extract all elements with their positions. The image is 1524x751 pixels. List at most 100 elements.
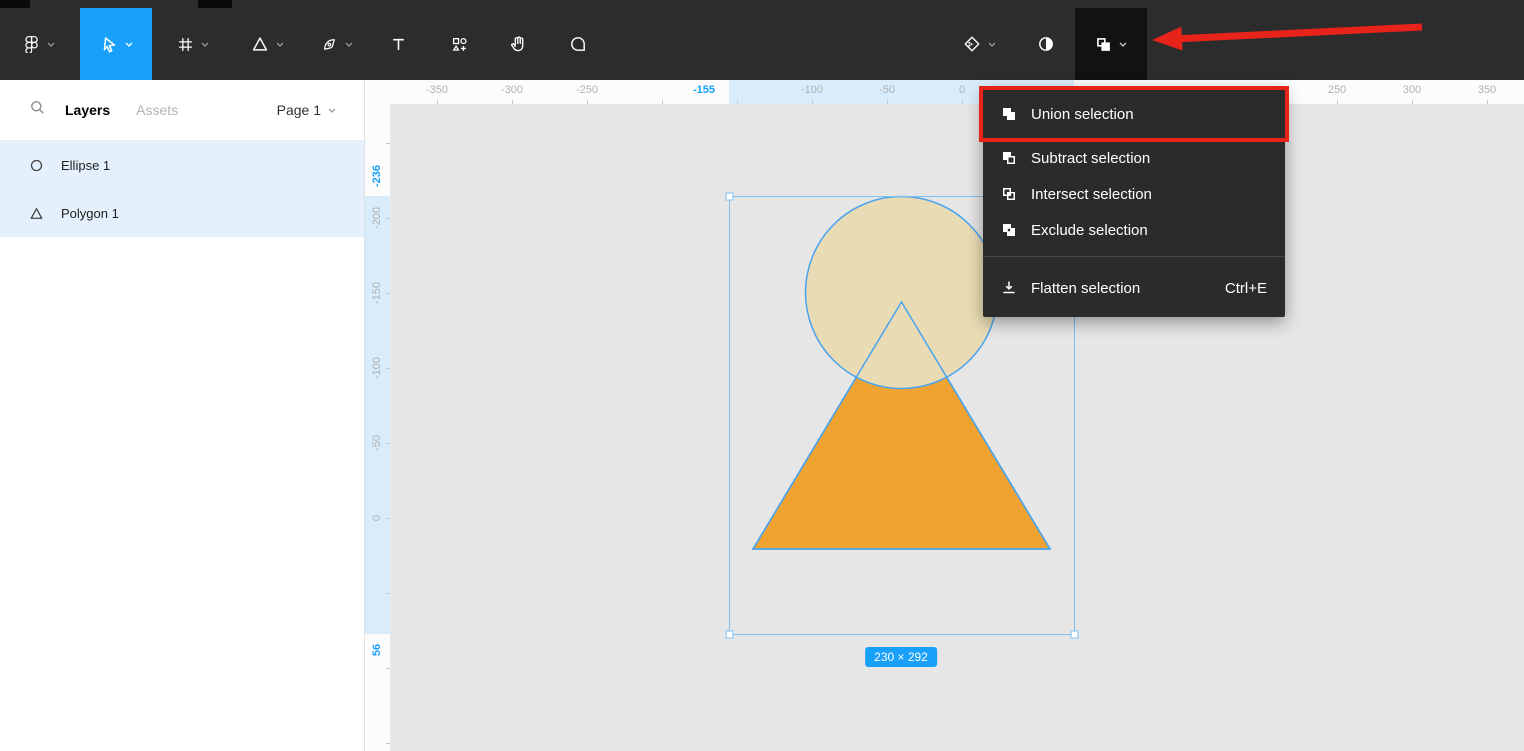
- chevron-down-icon[interactable]: [345, 42, 353, 47]
- menu-item-label: Exclude selection: [1031, 222, 1148, 239]
- ruler-tick: [962, 100, 963, 104]
- subtract-icon: [1001, 150, 1017, 166]
- ruler-tick: [887, 100, 888, 104]
- ruler-label: -200: [371, 207, 383, 229]
- ruler-label: 56: [371, 644, 383, 656]
- canvas[interactable]: 230 × 292: [390, 104, 1524, 751]
- menu-item-subtract-selection[interactable]: Subtract selection: [983, 140, 1285, 176]
- layer-name: Polygon 1: [61, 206, 119, 221]
- vertical-ruler-selection-band: [364, 196, 390, 634]
- ellipse-shape[interactable]: [806, 197, 998, 389]
- mask-tool-button[interactable]: [948, 8, 1010, 80]
- ellipse-icon: [30, 159, 43, 172]
- ruler-corner: [364, 80, 390, 104]
- ruler-tick: [812, 100, 813, 104]
- ruler-tick: [662, 100, 663, 104]
- ruler-label: -50: [371, 435, 383, 451]
- ruler-tick: [386, 143, 390, 144]
- ruler-tick: [737, 100, 738, 104]
- boolean-union-icon: [1095, 36, 1112, 53]
- comment-tool-button[interactable]: [558, 8, 598, 80]
- tab-layers[interactable]: Layers: [65, 102, 110, 118]
- pen-icon: [321, 36, 338, 53]
- figma-app: Layers Assets Page 1 Ellipse 1 Polygon 1…: [0, 0, 1524, 751]
- layer-row-ellipse-1[interactable]: Ellipse 1: [0, 141, 364, 189]
- ruler-tick: [587, 100, 588, 104]
- chevron-down-icon[interactable]: [276, 42, 284, 47]
- polygon-icon: [30, 207, 43, 220]
- boolean-groups-tool-button[interactable]: [1075, 8, 1147, 80]
- ruler-label: -100: [371, 357, 383, 379]
- window-strip: [198, 0, 232, 8]
- ruler-label: -150: [371, 282, 383, 304]
- hand-tool-button[interactable]: [498, 8, 538, 80]
- ruler-label: -350: [426, 84, 448, 96]
- annotation-arrow-icon: [1140, 10, 1524, 60]
- shape-tool-button[interactable]: [237, 8, 297, 80]
- move-tool-button[interactable]: [80, 8, 152, 80]
- canvas-artwork: [390, 104, 1524, 751]
- search-icon[interactable]: [30, 100, 45, 120]
- ruler-tick: [386, 218, 390, 219]
- ruler-tick: [386, 743, 390, 744]
- text-tool-button[interactable]: [378, 8, 418, 80]
- resources-tool-button[interactable]: [438, 8, 480, 80]
- menu-separator: [983, 256, 1285, 257]
- selection-handle-top-left[interactable]: [726, 193, 733, 200]
- tab-assets[interactable]: Assets: [136, 102, 178, 118]
- ruler-tick: [1412, 100, 1413, 104]
- chevron-down-icon[interactable]: [201, 42, 209, 47]
- window-strip: [0, 0, 30, 8]
- ruler-tick: [386, 368, 390, 369]
- pen-tool-button[interactable]: [307, 8, 367, 80]
- exclude-icon: [1001, 222, 1017, 238]
- ruler-label: -50: [879, 84, 895, 96]
- ruler-label: -236: [371, 165, 383, 187]
- main-menu-button[interactable]: [10, 8, 66, 80]
- resources-icon: [451, 36, 468, 53]
- hand-icon: [509, 35, 527, 53]
- selection-size-badge: 230 × 292: [865, 647, 937, 667]
- layer-row-polygon-1[interactable]: Polygon 1: [0, 189, 364, 237]
- menu-item-intersect-selection[interactable]: Intersect selection: [983, 176, 1285, 212]
- menu-item-label: Flatten selection: [1031, 280, 1140, 297]
- selection-handle-bottom-left[interactable]: [726, 631, 733, 638]
- frame-tool-button[interactable]: [163, 8, 223, 80]
- layer-name: Ellipse 1: [61, 158, 110, 173]
- ruler-tick: [512, 100, 513, 104]
- horizontal-ruler[interactable]: -350-300-250-155-100-500250300350: [390, 80, 1524, 104]
- menu-item-flatten-selection[interactable]: Flatten selection Ctrl+E: [983, 265, 1285, 311]
- menu-item-exclude-selection[interactable]: Exclude selection: [983, 212, 1285, 248]
- ruler-tick: [1337, 100, 1338, 104]
- mask-icon: [963, 35, 981, 53]
- ruler-label: 300: [1403, 84, 1421, 96]
- menu-item-label: Subtract selection: [1031, 150, 1150, 167]
- ruler-label: 350: [1478, 84, 1496, 96]
- ruler-label: -250: [576, 84, 598, 96]
- chevron-down-icon[interactable]: [125, 42, 133, 47]
- ruler-tick: [386, 518, 390, 519]
- vertical-ruler[interactable]: -236-200-150-100-50056: [364, 104, 390, 751]
- comment-icon: [569, 35, 587, 53]
- page-selector-label: Page 1: [277, 102, 321, 118]
- chevron-down-icon: [47, 42, 55, 47]
- half-circle-icon: [1037, 35, 1055, 53]
- chevron-down-icon[interactable]: [1119, 42, 1127, 47]
- triangle-icon: [251, 35, 269, 53]
- selection-handle-bottom-right[interactable]: [1071, 631, 1078, 638]
- cursor-icon: [99, 35, 118, 54]
- ruler-tick: [386, 668, 390, 669]
- ruler-label: -300: [501, 84, 523, 96]
- menu-item-shortcut: Ctrl+E: [1225, 280, 1267, 297]
- page-selector[interactable]: Page 1: [277, 102, 336, 118]
- chevron-down-icon[interactable]: [988, 42, 996, 47]
- annotation-highlight-box: [979, 86, 1289, 142]
- panel-header: Layers Assets Page 1: [0, 80, 364, 141]
- ruler-label: -155: [693, 84, 715, 96]
- left-sidebar: Layers Assets Page 1 Ellipse 1 Polygon 1: [0, 80, 365, 751]
- frame-icon: [177, 36, 194, 53]
- chevron-down-icon: [328, 108, 336, 113]
- ruler-tick: [437, 100, 438, 104]
- ruler-label: 250: [1328, 84, 1346, 96]
- blend-tool-button[interactable]: [1027, 8, 1065, 80]
